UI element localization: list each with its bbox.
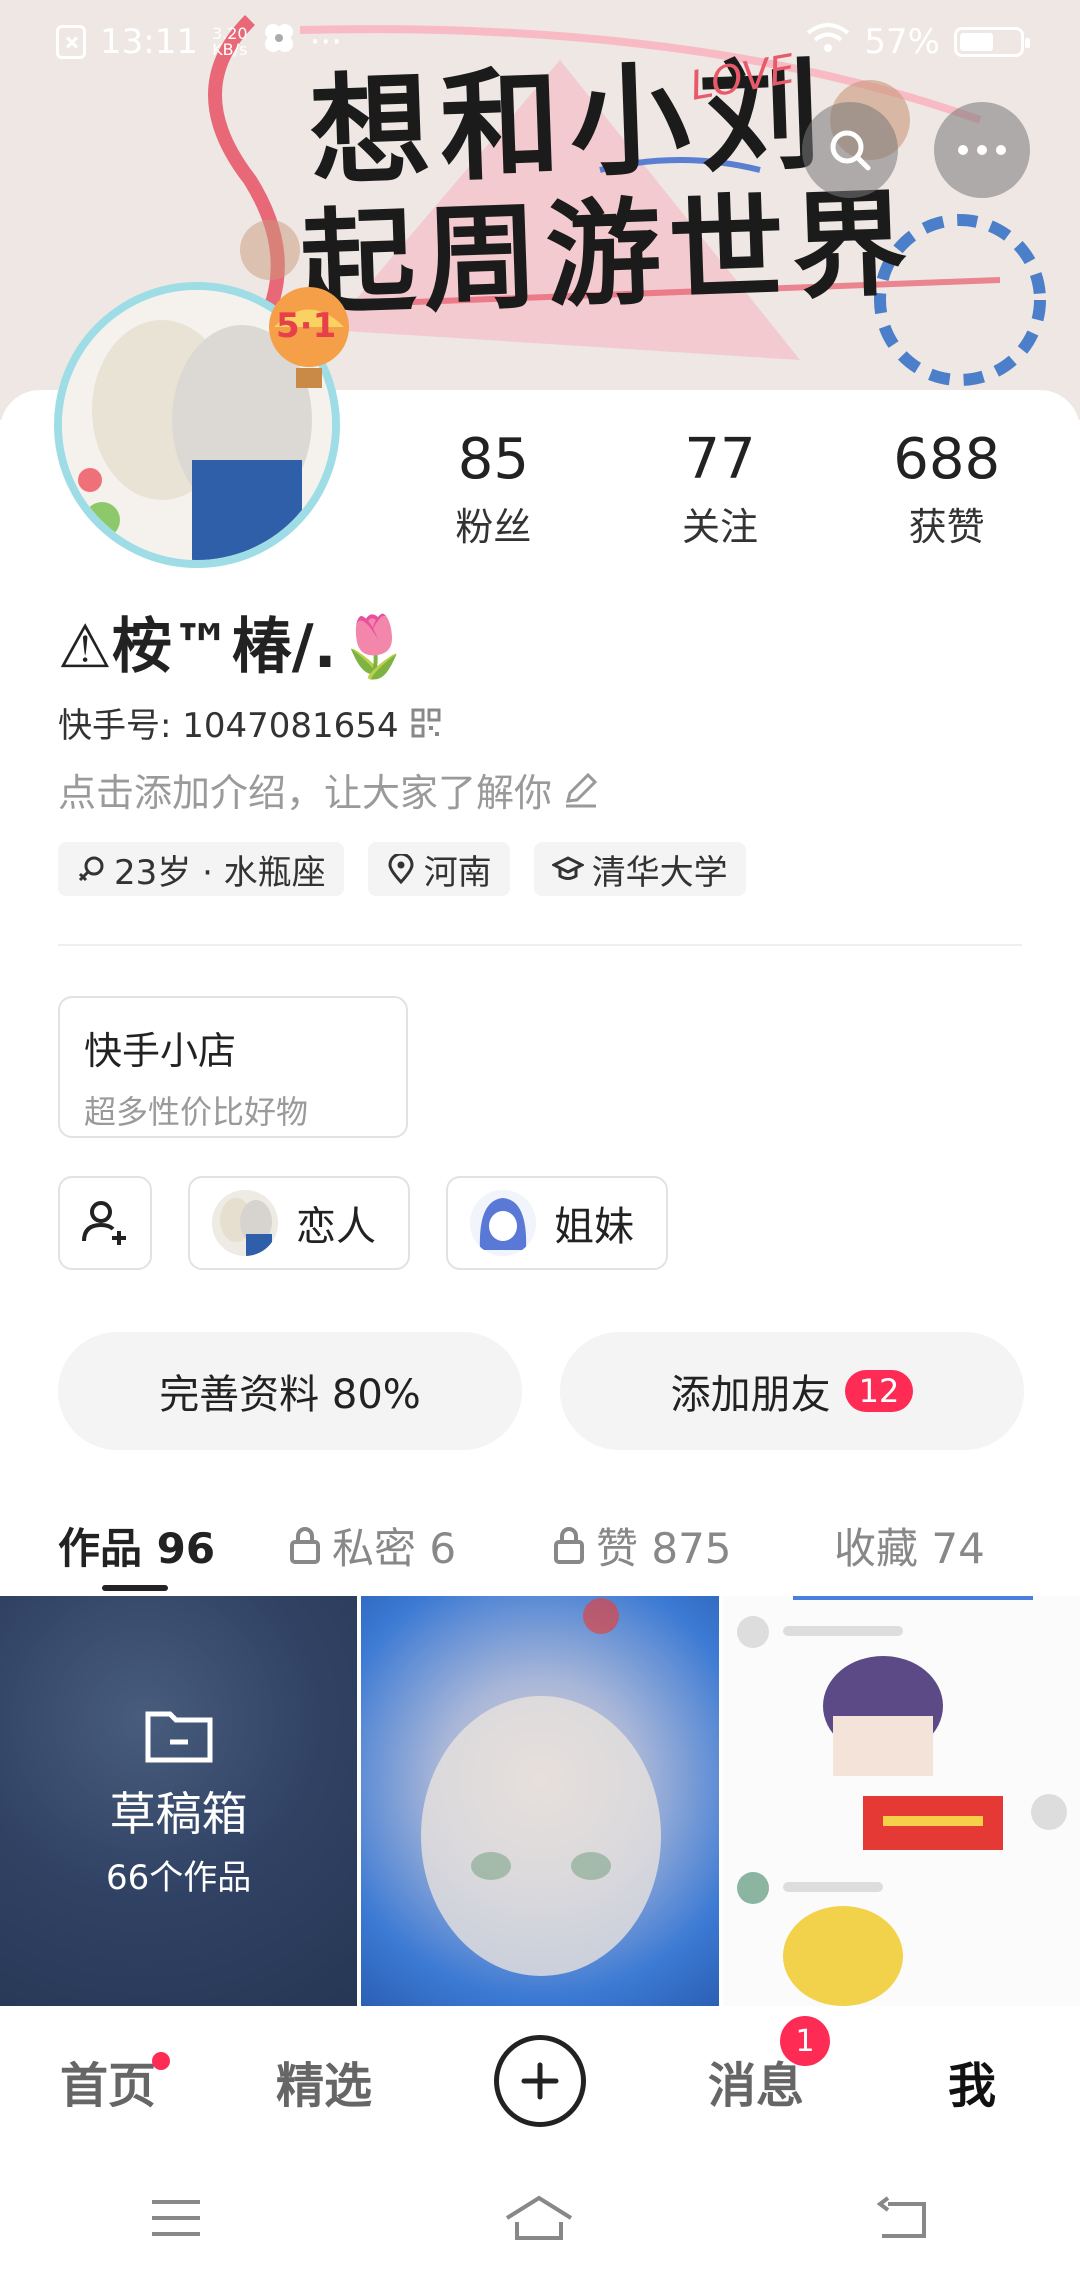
relation-lover[interactable]: 恋人: [188, 1176, 410, 1270]
menu-icon[interactable]: [150, 2198, 202, 2238]
bottom-navigation: 首页 精选 消息 1 我: [0, 2006, 1080, 2156]
stat-label: 粉丝: [455, 505, 532, 549]
content-tabs: 作品 96 私密 6 赞 875 收藏 74: [58, 1500, 1038, 1590]
stat-number: 77: [684, 427, 756, 492]
kuaishou-shop-card[interactable]: 快手小店 超多性价比好物: [58, 996, 408, 1138]
complete-profile-button[interactable]: 完善资料 80%: [58, 1332, 522, 1450]
banner-text-line2: 起周游世界: [297, 177, 918, 333]
status-more-dots: ···: [309, 22, 343, 62]
drafts-overlay: 草稿箱 66个作品: [0, 1596, 358, 2006]
back-icon[interactable]: [876, 2196, 930, 2240]
tab-private[interactable]: 私密 6: [288, 1515, 552, 1576]
tab-favorites[interactable]: 收藏 74: [834, 1515, 1034, 1576]
badge-text: 5·1: [276, 306, 337, 346]
tab-works[interactable]: 作品 96: [58, 1515, 288, 1576]
work-thumbnail[interactable]: [361, 1596, 719, 2006]
stat-following[interactable]: 77 关注: [607, 430, 834, 551]
messages-badge: 1: [780, 2016, 830, 2066]
profile-tags: 23岁 · 水瓶座 河南 清华大学: [58, 842, 746, 896]
user-id: 快手号: 1047081654: [58, 706, 399, 746]
add-relation-button[interactable]: [58, 1176, 152, 1270]
user-id-row[interactable]: 快手号: 1047081654: [58, 698, 441, 747]
relation-label: 恋人: [296, 1204, 376, 1250]
more-options-button[interactable]: [934, 102, 1030, 198]
graduation-cap-icon: [551, 856, 584, 880]
status-bar: 13:11 3.20 KB/s ··· 57%: [0, 0, 1080, 84]
search-button[interactable]: [802, 102, 898, 198]
add-friends-count-badge: 12: [844, 1370, 914, 1412]
complete-profile-label: 完善资料 80%: [159, 1372, 421, 1418]
lock-icon: [554, 1527, 584, 1564]
qr-code-icon[interactable]: [411, 708, 441, 738]
action-buttons-row: 完善资料 80% 添加朋友 12: [58, 1332, 1024, 1450]
network-speed: 3.20 KB/s: [211, 24, 248, 59]
home-red-dot: [152, 2052, 170, 2070]
stat-fans[interactable]: 85 粉丝: [380, 430, 607, 551]
tag-age-zodiac[interactable]: 23岁 · 水瓶座: [58, 842, 344, 896]
profile-screen: 想和小刘 起周游世界 LOVE 13:11 3.20 KB/s ··· 57%: [0, 0, 1080, 2280]
system-navigation-bar: [0, 2156, 1080, 2280]
thumbnail-image: [736, 1596, 1067, 2006]
profile-stats: 85 粉丝 77 关注 688 获赞: [380, 430, 1060, 551]
shop-title: 快手小店: [84, 1029, 237, 1073]
nav-create[interactable]: [432, 2035, 648, 2127]
location-pin-icon: [388, 854, 414, 884]
fan-icon: [262, 21, 296, 64]
folder-icon: [145, 1711, 213, 1762]
drafts-tile[interactable]: 草稿箱 66个作品: [0, 1596, 358, 2006]
nav-home[interactable]: 首页: [0, 2046, 216, 2116]
thumbnail-image: [421, 1598, 662, 1976]
tag-label: 23岁 · 水瓶座: [114, 852, 326, 893]
add-friends-label: 添加朋友: [670, 1372, 831, 1418]
stat-likes[interactable]: 688 获赞: [833, 430, 1060, 551]
stat-label: 获赞: [908, 505, 985, 549]
relation-label: 姐妹: [554, 1204, 634, 1250]
section-divider: [58, 944, 1022, 946]
battery-icon: [954, 27, 1030, 57]
relations-row: 恋人 姐妹: [58, 1176, 668, 1270]
nav-messages[interactable]: 消息 1: [648, 2016, 864, 2116]
nav-me[interactable]: 我: [864, 2046, 1080, 2116]
add-person-icon: [82, 1201, 126, 1245]
search-icon: [830, 130, 871, 171]
relation-avatar: [470, 1190, 536, 1256]
intro-add-row[interactable]: 点击添加介绍，让大家了解你: [58, 762, 600, 817]
tab-liked[interactable]: 赞 875: [552, 1515, 834, 1576]
nav-featured[interactable]: 精选: [216, 2046, 432, 2116]
works-grid: 草稿箱 66个作品: [0, 1596, 1080, 2006]
lock-icon: [290, 1527, 320, 1564]
stat-label: 关注: [682, 505, 759, 549]
status-time: 13:11: [100, 22, 198, 62]
intro-placeholder: 点击添加介绍，让大家了解你: [58, 771, 553, 815]
edit-pencil-icon: [566, 772, 598, 807]
tag-label: 河南: [423, 852, 492, 893]
shop-subtitle: 超多性价比好物: [84, 1093, 309, 1131]
avatar-container[interactable]: 5·1: [54, 282, 360, 588]
drafts-title: 草稿箱: [109, 1786, 248, 1841]
stat-number: 688: [893, 427, 1001, 492]
add-friends-button[interactable]: 添加朋友 12: [560, 1332, 1024, 1450]
home-icon[interactable]: [503, 2194, 575, 2242]
relation-sister[interactable]: 姐妹: [446, 1176, 668, 1270]
battery-percent: 57%: [864, 22, 940, 62]
plus-icon: [494, 2035, 586, 2127]
drafts-count: 66个作品: [106, 1857, 252, 1898]
more-dots-icon: [958, 145, 1006, 155]
tag-school[interactable]: 清华大学: [533, 842, 746, 896]
active-tab-indicator: [102, 1585, 168, 1591]
tag-location[interactable]: 河南: [367, 842, 510, 896]
work-thumbnail[interactable]: [722, 1596, 1080, 2006]
wifi-icon: [806, 21, 850, 64]
stat-number: 85: [457, 427, 529, 492]
notification-blocked-icon: [56, 25, 86, 59]
profile-name: ⚠桉™椿/.🌷: [58, 612, 412, 682]
tag-label: 清华大学: [591, 852, 728, 893]
gender-icon: [78, 856, 104, 882]
relation-avatar: [212, 1190, 278, 1256]
